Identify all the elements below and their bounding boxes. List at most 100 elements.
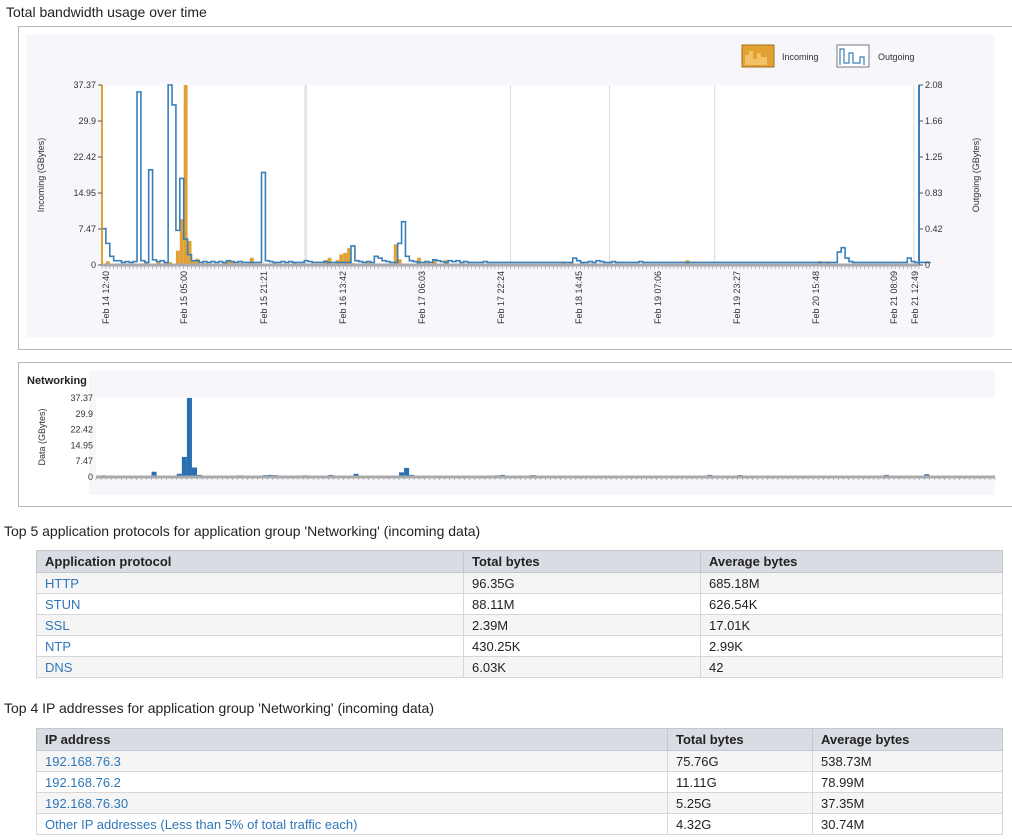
left-tick-label: 0 (91, 260, 96, 270)
ips-table-header: IP address Total bytes Average bytes (36, 728, 1003, 751)
name-cell: Other IP addresses (Less than 5% of tota… (36, 813, 668, 835)
legend-incoming-icon (741, 44, 775, 68)
row-link[interactable]: STUN (45, 597, 80, 612)
total-bytes-cell: 11.11G (667, 771, 813, 793)
average-bytes-cell: 30.74M (812, 813, 1003, 835)
name-cell: HTTP (36, 572, 464, 594)
row-link[interactable]: SSL (45, 618, 70, 633)
column-header-total-bytes[interactable]: Total bytes (667, 728, 813, 751)
column-header-average-bytes[interactable]: Average bytes (812, 728, 1003, 751)
total-bytes-cell: 2.39M (463, 614, 701, 636)
legend-outgoing-icon (836, 44, 870, 68)
x-tick-label: Feb 14 12:40 (101, 271, 111, 324)
ips-table: IP address Total bytes Average bytes 192… (36, 728, 1003, 835)
average-bytes-cell: 2.99K (700, 635, 1003, 657)
row-link[interactable]: DNS (45, 660, 72, 675)
left-tick-label: 29.9 (78, 116, 96, 126)
ips-section-title: Top 4 IP addresses for application group… (4, 700, 434, 716)
average-bytes-cell: 626.54K (700, 593, 1003, 615)
y-tick-label: 29.9 (75, 409, 93, 419)
row-link[interactable]: NTP (45, 639, 71, 654)
left-tick-label: 7.47 (78, 224, 96, 234)
row-link[interactable]: 192.168.76.2 (45, 775, 121, 790)
average-bytes-cell: 37.35M (812, 792, 1003, 814)
protocols-table-header: Application protocol Total bytes Average… (36, 550, 1003, 573)
x-tick-label: Feb 18 14:45 (574, 271, 584, 324)
average-bytes-cell: 78.99M (812, 771, 1003, 793)
plot-background (96, 398, 995, 477)
networking-bar (186, 398, 192, 477)
x-tick-label: Feb 19 07:06 (653, 271, 663, 324)
right-tick-label: 0.83 (925, 188, 943, 198)
legend-incoming-label: Incoming (782, 52, 819, 62)
row-link[interactable]: HTTP (45, 576, 79, 591)
average-bytes-cell: 17.01K (700, 614, 1003, 636)
right-tick-label: 2.08 (925, 80, 943, 90)
y-axis-title: Data (GBytes) (37, 408, 47, 465)
legend-outgoing-label: Outgoing (878, 52, 915, 62)
y-tick-label: 37.37 (70, 393, 93, 403)
y-tick-label: 22.42 (70, 425, 93, 435)
name-cell: SSL (36, 614, 464, 636)
y-tick-label: 7.47 (75, 456, 93, 466)
x-tick-label: Feb 15 05:00 (179, 271, 189, 324)
column-header-average-bytes[interactable]: Average bytes (700, 550, 1003, 573)
networking-chart: 37.37 29.9 22.42 14.95 7.47 0 Data (GBytes) (37, 393, 996, 482)
left-tick-label: 22.42 (73, 152, 96, 162)
right-tick-label: 1.66 (925, 116, 943, 126)
y-tick-label: 0 (88, 472, 93, 482)
bandwidth-chart-area: Incoming Outgoing 37.37 29.9 22.42 14.95 7.4… (26, 35, 994, 337)
name-cell: 192.168.76.3 (36, 750, 668, 772)
protocol-row: NTP 430.25K 2.99K (36, 635, 1003, 657)
name-cell: DNS (36, 656, 464, 678)
x-tick-label: Feb 17 22:24 (496, 271, 506, 324)
average-bytes-cell: 42 (700, 656, 1003, 678)
row-link[interactable]: 192.168.76.30 (45, 796, 128, 811)
x-tick-label: Feb 21 12:49 (910, 271, 920, 324)
networking-bar (181, 456, 187, 477)
x-tick-label: Feb 19 23:27 (732, 271, 742, 324)
bandwidth-chart-frame: Incoming Outgoing 37.37 29.9 22.42 14.95 7.4… (18, 26, 1012, 350)
column-header-ip-address[interactable]: IP address (36, 728, 668, 751)
right-tick-label: 0 (925, 260, 930, 270)
chart-legend: Incoming Outgoing (741, 44, 915, 68)
y-tick-label: 14.95 (70, 440, 93, 450)
name-cell: STUN (36, 593, 464, 615)
protocols-table: Application protocol Total bytes Average… (36, 550, 1003, 678)
bandwidth-section-title: Total bandwidth usage over time (6, 4, 207, 20)
protocol-row: STUN 88.11M 626.54K (36, 593, 1003, 615)
ip-row: 192.168.76.2 11.11G 78.99M (36, 771, 1003, 793)
protocol-row: SSL 2.39M 17.01K (36, 614, 1003, 636)
total-bytes-cell: 4.32G (667, 813, 813, 835)
protocol-row: DNS 6.03K 42 (36, 656, 1003, 678)
total-bytes-cell: 96.35G (463, 572, 701, 594)
right-axis-title: Outgoing (GBytes) (971, 138, 981, 213)
total-bytes-cell: 6.03K (463, 656, 701, 678)
ip-row: Other IP addresses (Less than 5% of tota… (36, 813, 1003, 835)
name-cell: 192.168.76.30 (36, 792, 668, 814)
row-link[interactable]: 192.168.76.3 (45, 754, 121, 769)
incoming-bar (175, 250, 180, 265)
protocol-row: HTTP 96.35G 685.18M (36, 572, 1003, 594)
x-tick-label: Feb 15 21:21 (259, 271, 269, 324)
left-axis-title: Incoming (GBytes) (36, 138, 46, 213)
x-tick-label: Feb 16 13:42 (338, 271, 348, 324)
left-tick-label: 37.37 (73, 80, 96, 90)
name-cell: 192.168.76.2 (36, 771, 668, 793)
total-bytes-cell: 75.76G (667, 750, 813, 772)
right-tick-label: 0.42 (925, 224, 943, 234)
average-bytes-cell: 538.73M (812, 750, 1003, 772)
protocols-section-title: Top 5 application protocols for applicat… (4, 523, 481, 539)
row-link[interactable]: Other IP addresses (Less than 5% of tota… (45, 817, 357, 832)
x-tick-label: Feb 21 08:09 (889, 271, 899, 324)
x-tick-label: Feb 20 15:48 (811, 271, 821, 324)
average-bytes-cell: 685.18M (700, 572, 1003, 594)
ip-row: 192.168.76.30 5.25G 37.35M (36, 792, 1003, 814)
bandwidth-chart: Incoming Outgoing 37.37 29.9 22.42 14.95 7.4… (36, 44, 981, 324)
column-header-total-bytes[interactable]: Total bytes (463, 550, 701, 573)
total-bytes-cell: 5.25G (667, 792, 813, 814)
column-header-protocol[interactable]: Application protocol (36, 550, 464, 573)
networking-chart-frame: Networking 37.37 29.9 22.42 14.95 7.47 0 Data … (18, 362, 1012, 507)
name-cell: NTP (36, 635, 464, 657)
left-tick-label: 14.95 (73, 188, 96, 198)
